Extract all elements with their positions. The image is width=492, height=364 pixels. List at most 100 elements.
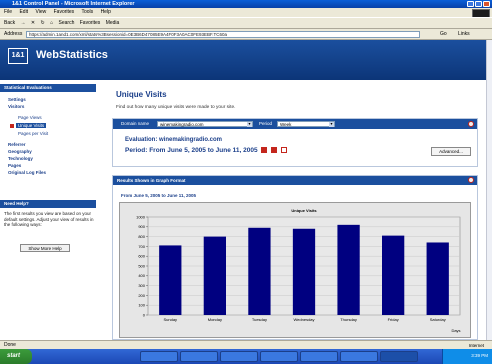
domain-select-value: winemakingradio.com [160, 122, 204, 127]
clock: 3:39 PM [471, 353, 488, 358]
chart-area: Unique Visits 0 100 200 300 400 500 600 700 800 90… [119, 202, 471, 338]
sidebar: Statistical Evaluations Settings Visitor… [0, 80, 100, 340]
links-button[interactable]: Links [458, 29, 470, 40]
x-tick-label: Friday [388, 317, 399, 322]
start-button[interactable]: start [0, 349, 32, 364]
next-period-icon[interactable] [271, 147, 278, 154]
advanced-button[interactable]: Advanced... [431, 147, 471, 156]
show-more-help-button[interactable]: Show More Help [20, 244, 70, 252]
window-title: 1&1 Control Panel - Microsoft Internet E… [12, 1, 135, 7]
page-scrollbar[interactable] [486, 40, 492, 340]
system-tray: 3:39 PM [442, 349, 492, 364]
bar [292, 228, 316, 315]
sidebar-item-pages[interactable]: Pages [8, 163, 21, 168]
maximize-button[interactable] [475, 1, 482, 7]
taskbar-item-active[interactable] [380, 351, 418, 362]
x-tick-label: Monday [208, 317, 222, 322]
media-button[interactable]: Media [106, 20, 120, 26]
search-button[interactable]: Search [59, 20, 75, 26]
filter-panel: Domain name winemakingradio.com ▼ Period… [112, 118, 478, 167]
help-title: Need Help? [0, 200, 96, 208]
graph-header: Results Shown in Graph Format [113, 176, 477, 185]
sidebar-item-settings[interactable]: Settings [8, 97, 26, 102]
favorites-button[interactable]: Favorites [80, 20, 101, 26]
period-range: Period: From June 5, 2005 to June 11, 20… [125, 147, 258, 154]
sidebar-item-page-views[interactable]: Page Views [18, 115, 42, 120]
status-bar: Done Internet [0, 340, 492, 349]
sidebar-item-unique-visits[interactable]: Unique Visits [16, 123, 47, 128]
address-label: Address [4, 31, 23, 37]
y-tick-label: 300 [138, 283, 145, 288]
domain-label: Domain name [121, 121, 150, 126]
chart-title: Unique Visits [291, 208, 317, 213]
bar [382, 235, 405, 315]
taskbar-item[interactable] [220, 351, 258, 362]
period-label: Period [259, 121, 273, 126]
calendar-icon[interactable] [281, 147, 288, 154]
active-marker-icon [10, 124, 14, 128]
x-tick-label: Saturday [430, 317, 446, 322]
status-text: Done [4, 342, 16, 348]
chevron-down-icon: ▼ [247, 122, 252, 127]
sidebar-item-original-log-files[interactable]: Original Log Files [8, 170, 46, 175]
main-content: Unique Visits Find out how many unique v… [104, 80, 484, 340]
y-tick-label: 700 [138, 244, 145, 249]
address-bar: Address https://admin.1and1.com/xml/stat… [0, 29, 492, 40]
y-tick-label: 1000 [136, 214, 146, 219]
page-description: Find out how many unique visits were mad… [116, 105, 236, 110]
y-tick-label: 0 [143, 312, 146, 317]
back-button[interactable]: Back [4, 20, 15, 26]
site-title: WebStatistics [36, 49, 108, 61]
bar [203, 236, 226, 315]
menu-help[interactable]: Help [101, 9, 111, 15]
minimize-button[interactable] [467, 1, 474, 7]
taskbar-item[interactable] [300, 351, 338, 362]
menu-favorites[interactable]: Favorites [54, 9, 75, 15]
collapse-icon[interactable] [468, 177, 474, 183]
page-title: Unique Visits [116, 90, 167, 99]
menu-tools[interactable]: Tools [81, 9, 93, 15]
sidebar-item-technology[interactable]: Technology [8, 156, 33, 161]
refresh-icon[interactable]: ↻ [41, 20, 45, 26]
bar-chart: Unique Visits 0 100 200 300 400 500 600 700 800 90… [136, 208, 460, 333]
site-header: 1&1 WebStatistics [0, 40, 488, 80]
y-tick-label: 400 [138, 273, 145, 278]
menu-edit[interactable]: Edit [19, 9, 28, 15]
x-tick-label: Thursday [340, 317, 357, 322]
graph-panel: Results Shown in Graph Format From June … [112, 175, 478, 340]
period-select[interactable]: Week ▼ [277, 121, 335, 127]
menu-view[interactable]: View [35, 9, 46, 15]
y-tick-label: 600 [138, 254, 145, 259]
bar [159, 245, 182, 315]
y-tick-label: 200 [138, 293, 145, 298]
home-icon[interactable]: ⌂ [50, 20, 53, 26]
sidebar-item-geography[interactable]: Geography [8, 149, 32, 154]
sidebar-item-visitors[interactable]: Visitors [8, 104, 24, 109]
x-tick-label: Wednesday [293, 317, 314, 322]
taskbar: start 3:39 PM [0, 349, 492, 364]
taskbar-item[interactable] [140, 351, 178, 362]
domain-select[interactable]: winemakingradio.com ▼ [157, 121, 253, 127]
sidebar-item-pages-per-visit[interactable]: Pages per Visit [18, 131, 48, 136]
brand-logo[interactable]: 1&1 [8, 48, 28, 64]
taskbar-item[interactable] [260, 351, 298, 362]
sidebar-item-referrer[interactable]: Referrer [8, 142, 26, 147]
sidebar-section-title[interactable]: Statistical Evaluations [0, 84, 96, 92]
close-button[interactable] [483, 1, 490, 7]
bar [337, 224, 360, 315]
x-tick-label: Tuesday [252, 317, 267, 322]
previous-period-icon[interactable] [261, 147, 268, 154]
chevron-down-icon: ▼ [329, 122, 334, 127]
window-titlebar[interactable]: 1&1 Control Panel - Microsoft Internet E… [0, 0, 492, 8]
collapse-icon[interactable] [468, 121, 474, 127]
y-tick-label: 900 [138, 224, 145, 229]
go-button[interactable]: Go [440, 29, 447, 40]
bar [426, 242, 449, 315]
forward-icon[interactable]: → [21, 20, 26, 26]
stop-icon[interactable]: ✕ [31, 20, 35, 26]
taskbar-item[interactable] [340, 351, 378, 362]
address-input[interactable]: https://admin.1and1.com/xml/stats%3Bsess… [26, 31, 420, 38]
taskbar-item[interactable] [180, 351, 218, 362]
menu-file[interactable]: File [4, 9, 12, 15]
period-select-value: Week [280, 122, 292, 127]
